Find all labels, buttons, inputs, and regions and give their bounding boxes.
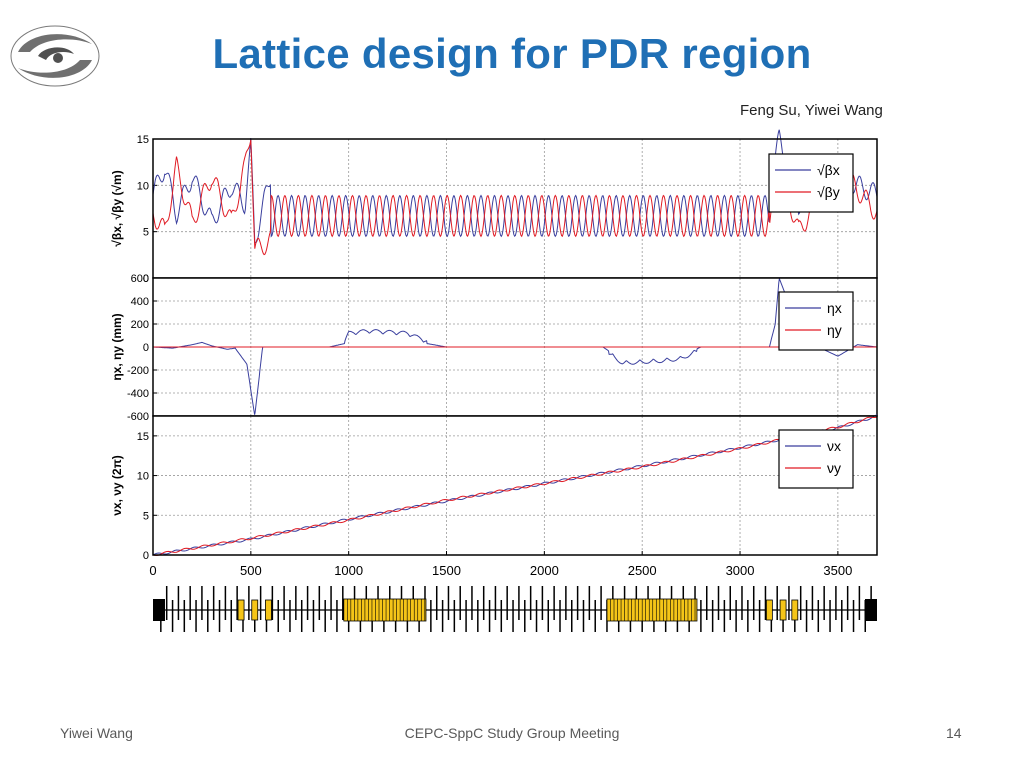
small-magnet xyxy=(779,599,787,621)
small-magnet xyxy=(265,599,272,621)
legend-label: νx xyxy=(827,438,841,454)
small-magnet xyxy=(237,599,245,621)
y-tick-label: 0 xyxy=(143,342,149,354)
dipole-block xyxy=(606,598,698,622)
x-tick-label: 500 xyxy=(240,563,262,578)
y-tick-label: 0 xyxy=(143,550,149,562)
page-number: 14 xyxy=(946,725,962,741)
lattice-figure: 0 5 10 15 √βx, √βy (√m) √βx √βy -600 -400 -200 0 2… xyxy=(110,129,878,632)
y-tick-label: 5 xyxy=(143,510,149,522)
y-axis-label: ηx, ηy (mm) xyxy=(110,313,124,380)
small-magnet xyxy=(251,599,259,621)
legend-box xyxy=(778,429,854,489)
magnet-lattice xyxy=(153,586,877,632)
legend-label: √βy xyxy=(817,184,840,200)
plot-area xyxy=(153,416,877,555)
y-tick-label: 15 xyxy=(137,134,149,146)
legend-label: ηy xyxy=(827,322,842,338)
end-block xyxy=(153,599,165,621)
end-block xyxy=(865,599,877,621)
x-tick-label: 2000 xyxy=(530,563,559,578)
y-tick-label: -600 xyxy=(127,411,149,423)
footer-meeting: CEPC-SppC Study Group Meeting xyxy=(404,725,620,741)
y-axis-label: νx, νy (2π) xyxy=(110,455,124,516)
x-tick-label: 3500 xyxy=(823,563,852,578)
legend-label: √βx xyxy=(817,162,840,178)
x-tick-label: 3000 xyxy=(726,563,755,578)
beta-panel: 051015√βx, √βy (√m)√βx√βy xyxy=(110,129,878,285)
y-tick-label: -400 xyxy=(127,388,149,400)
x-tick-label: 1000 xyxy=(334,563,363,578)
tune-panel: 0 5 10 15 νx, νy (2π) νx νy 0 500 1000 1500 2000 250… xyxy=(110,414,878,578)
y-tick-label: 10 xyxy=(137,471,149,483)
x-tick-label: 2500 xyxy=(628,563,657,578)
small-magnet xyxy=(791,599,799,621)
legend-label: νy xyxy=(827,460,841,476)
y-axis-label: √βx, √βy (√m) xyxy=(110,170,124,246)
y-tick-label: 200 xyxy=(131,319,149,331)
y-tick-label: -200 xyxy=(127,365,149,377)
small-magnet xyxy=(765,599,773,621)
y-tick-label: 600 xyxy=(131,273,149,285)
legend-box xyxy=(778,291,854,351)
y-tick-label: 400 xyxy=(131,296,149,308)
legend-label: ηx xyxy=(827,300,842,316)
dispersion-panel: -600 -400 -200 0 200 400 600 ηx, ηy (mm) ηx ηy xyxy=(110,273,878,423)
y-tick-label: 15 xyxy=(137,431,149,443)
x-tick-label: 0 xyxy=(149,563,156,578)
dipole-block xyxy=(343,598,427,622)
legend-box xyxy=(768,153,854,213)
y-tick-label: 5 xyxy=(143,227,149,239)
x-tick-label: 1500 xyxy=(432,563,461,578)
y-tick-label: 10 xyxy=(137,180,149,192)
